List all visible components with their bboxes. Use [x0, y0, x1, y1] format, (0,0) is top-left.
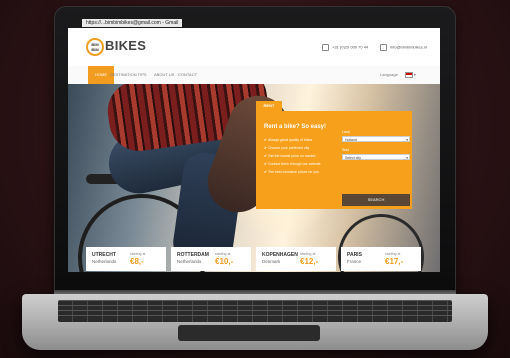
language-selector[interactable]: Language ▾ [380, 66, 416, 84]
nav-destination-tips[interactable]: DESTINATION TIPS [110, 66, 147, 84]
benefit-item: ✔Always great quality of bikes [264, 138, 312, 142]
city-label: Stad [342, 148, 350, 152]
form-title: Rent a bike? So easy! [264, 124, 327, 130]
phone-icon [322, 44, 329, 51]
city-value: Select city [345, 156, 361, 160]
benefit-text: Choose your preferred city [268, 146, 310, 150]
card-starting-at: starting at [300, 252, 316, 256]
main-nav: HOME DESTINATION TIPS ABOUT US CONTACT L… [68, 66, 440, 85]
country-value: Holland [345, 138, 357, 142]
logo-line-2: BIM [91, 47, 99, 52]
benefit-text: Always great quality of bikes [268, 138, 313, 142]
card-country: Netherlands [92, 259, 117, 264]
card-price: €10,- [215, 257, 234, 266]
card-country: Denmark [262, 259, 281, 264]
country-label: Land [342, 130, 350, 134]
card-city: KOPENHAGEN [262, 252, 298, 258]
benefit-text: Contact them through our website [268, 162, 321, 166]
benefit-item: ✔Contact them through our website [264, 162, 321, 166]
card-starting-at: starting at [215, 252, 231, 256]
card-country: Netherlands [177, 259, 202, 264]
keyboard-row [58, 305, 452, 306]
benefit-item: ✔Choose your preferred city [264, 146, 309, 150]
country-select[interactable]: Holland ▾ [342, 136, 410, 142]
nav-contact[interactable]: CONTACT [178, 66, 197, 84]
browser-bar: https://...bimbimbikes@gmail.com - Gmail [68, 18, 440, 28]
keyboard [58, 300, 452, 322]
benefit-text: The best exclusive prices for you [268, 170, 319, 174]
city-select[interactable]: Select city ▾ [342, 154, 410, 160]
phone-number: +31 (0)20 000 70 44 [332, 44, 369, 50]
email-address: info@bimbimbikes.nl [390, 44, 427, 50]
card-price: €17,- [385, 257, 404, 266]
language-label: Language [380, 72, 398, 77]
brand-name[interactable]: BIKES [105, 38, 146, 53]
card-starting-at: starting at [130, 252, 146, 256]
card-city: UTRECHT [92, 252, 116, 258]
chevron-down-icon: ▾ [406, 138, 408, 142]
chevron-down-icon: ▾ [412, 72, 416, 77]
email-contact[interactable]: info@bimbimbikes.nl [380, 44, 427, 51]
benefit-text: Get the lowest price on market [268, 154, 316, 158]
mail-icon [380, 44, 387, 51]
flag-icon [404, 71, 413, 78]
chevron-down-icon: ▾ [406, 156, 408, 160]
destination-card[interactable]: UTRECHT Netherlands starting at €8,- [86, 247, 166, 271]
card-city: PARIS [347, 252, 362, 258]
destination-card[interactable]: ROTTERDAM Netherlands starting at €10,- [171, 247, 251, 271]
destination-card[interactable]: PARIS France starting at €17,- [341, 247, 421, 271]
card-price: €12,- [300, 257, 319, 266]
rent-tab[interactable]: RENT [256, 101, 282, 111]
keyboard-row [58, 315, 452, 316]
trackpad [178, 325, 320, 341]
hero-banner: RENT Rent a bike? So easy! ✔Always great… [68, 84, 440, 272]
card-price: €8,- [130, 257, 144, 266]
phone-contact[interactable]: +31 (0)20 000 70 44 [322, 44, 368, 51]
keyboard-row [58, 310, 452, 311]
browser-tab[interactable]: https://...bimbimbikes@gmail.com - Gmail [82, 19, 183, 27]
destination-card[interactable]: KOPENHAGEN Denmark starting at €12,- [256, 247, 336, 271]
benefit-item: ✔The best exclusive prices for you [264, 170, 319, 174]
card-city: ROTTERDAM [177, 252, 209, 258]
card-starting-at: starting at [385, 252, 401, 256]
nav-about-us[interactable]: ABOUT US [154, 66, 174, 84]
logo-icon[interactable]: BIM BIM [86, 38, 104, 56]
laptop-screen: https://...bimbimbikes@gmail.com - Gmail… [68, 18, 440, 272]
benefit-item: ✔Get the lowest price on market [264, 154, 315, 158]
card-country: France [347, 259, 362, 264]
search-button[interactable]: SEARCH [342, 194, 410, 206]
